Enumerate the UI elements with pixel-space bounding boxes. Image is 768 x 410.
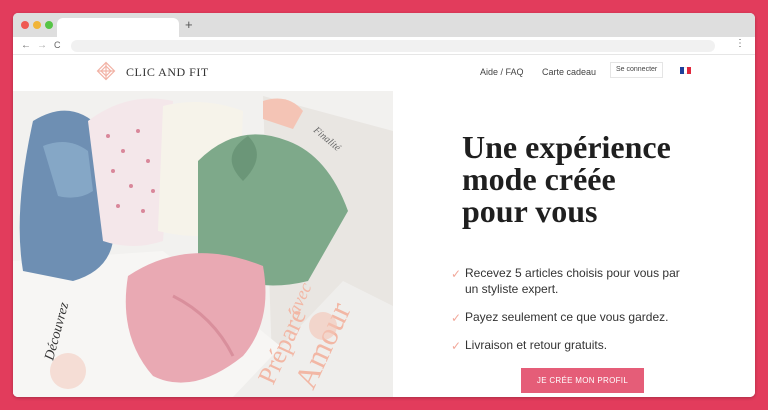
french-flag-icon[interactable]	[680, 67, 692, 74]
feature-text: Payez seulement ce que vous gardez.	[465, 310, 669, 324]
browser-toolbar: ← → C ⋮	[13, 37, 755, 55]
site-header: CLIC AND FIT Aide / FAQ Carte cadeau Se …	[13, 55, 755, 91]
hero-content: Une expérience mode créée pour vous ✓ Re…	[393, 91, 755, 397]
check-icon: ✓	[451, 267, 462, 281]
gift-card-link[interactable]: Carte cadeau	[542, 67, 596, 77]
headline-line-1: Une expérience	[462, 129, 671, 165]
reload-icon[interactable]: C	[54, 39, 61, 52]
browser-tab[interactable]	[57, 18, 179, 37]
hero-image: Amour Préparé avec Découvrez Finalité	[13, 91, 393, 397]
back-icon[interactable]: ←	[21, 39, 31, 52]
login-button[interactable]: Se connecter	[610, 62, 664, 78]
help-faq-link[interactable]: Aide / FAQ	[480, 67, 524, 77]
brand-logo-icon[interactable]	[96, 61, 116, 81]
minimize-window-icon[interactable]	[33, 21, 41, 29]
check-icon: ✓	[451, 311, 462, 325]
feature-item-shipping: ✓ Livraison et retour gratuits.	[451, 337, 705, 353]
browser-window: + ← → C ⋮ CLIC AND FIT Aide / FAQ Carte …	[13, 13, 755, 397]
close-window-icon[interactable]	[21, 21, 29, 29]
new-tab-button[interactable]: +	[185, 17, 193, 33]
brand-name[interactable]: CLIC AND FIT	[126, 65, 209, 80]
headline-line-3: pour vous	[462, 193, 598, 229]
browser-titlebar: +	[13, 13, 755, 37]
hero-headline: Une expérience mode créée pour vous	[462, 131, 742, 227]
browser-menu-icon[interactable]: ⋮	[735, 38, 745, 49]
clothing-box-illustration: Amour Préparé avec Découvrez Finalité	[13, 91, 393, 397]
website: CLIC AND FIT Aide / FAQ Carte cadeau Se …	[13, 55, 755, 397]
maximize-window-icon[interactable]	[45, 21, 53, 29]
address-bar[interactable]	[71, 40, 715, 52]
headline-line-2: mode créée	[462, 161, 616, 197]
forward-icon[interactable]: →	[37, 39, 47, 52]
create-profile-button[interactable]: JE CRÉE MON PROFIL	[521, 368, 644, 393]
feature-item-stylist: ✓ Recevez 5 articles choisis pour vous p…	[451, 265, 685, 297]
feature-text: Recevez 5 articles choisis pour vous par…	[465, 266, 680, 296]
feature-item-payment: ✓ Payez seulement ce que vous gardez.	[451, 309, 705, 325]
feature-text: Livraison et retour gratuits.	[465, 338, 608, 352]
check-icon: ✓	[451, 339, 462, 353]
